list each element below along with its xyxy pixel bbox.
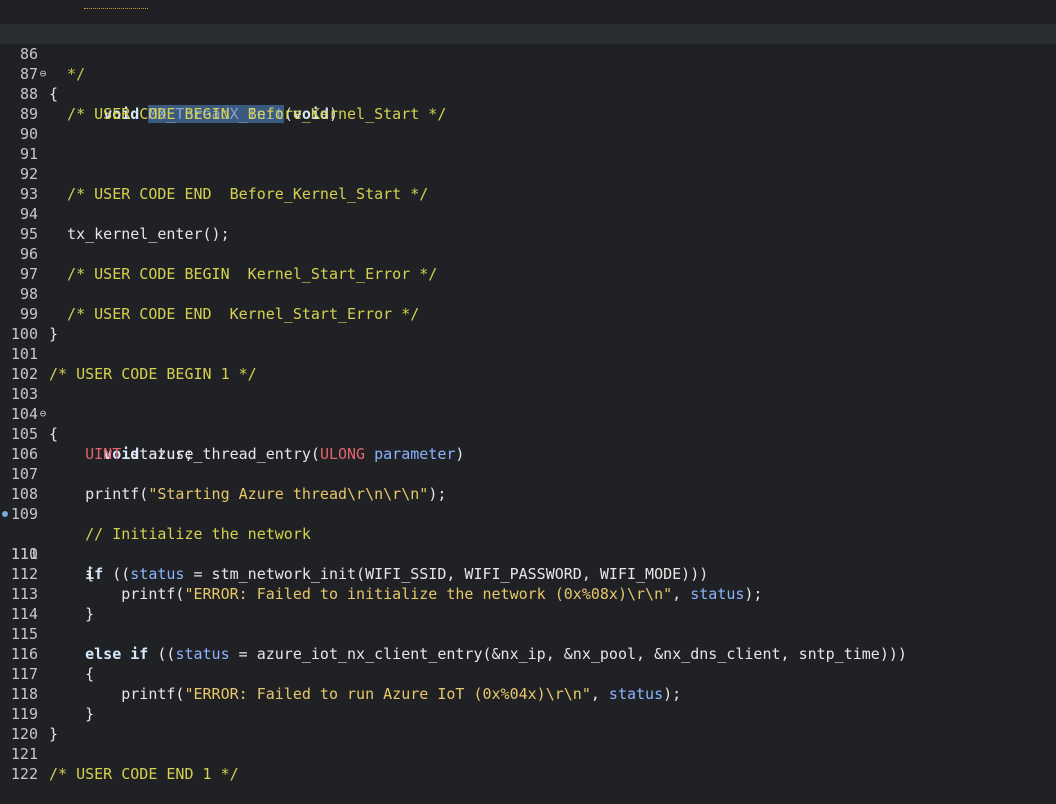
code-line[interactable]: 87 { xyxy=(0,44,1056,103)
code-line[interactable]: 103 ⊖ void azure_thread_entry(ULONG para… xyxy=(0,364,1056,463)
code-line[interactable]: 93 xyxy=(0,164,1056,203)
code-line[interactable]: 102 xyxy=(0,344,1056,383)
code-line[interactable]: 104 { xyxy=(0,384,1056,443)
code-line[interactable]: 119 } xyxy=(0,684,1056,743)
spell-squiggle xyxy=(84,4,148,9)
code-line[interactable]: 108 xyxy=(0,464,1056,503)
code-line[interactable]: 113 } xyxy=(0,564,1056,623)
code-editor[interactable]: 85 */ 86 ⊖ void MX_ThreadX_Init(void) 87… xyxy=(0,0,1056,783)
code-line[interactable]: 114 xyxy=(0,584,1056,623)
breakpoint-marker-icon[interactable] xyxy=(2,511,8,517)
code-line[interactable]: 105 UINT status; xyxy=(0,404,1056,463)
code-line[interactable]: 96 /* USER CODE BEGIN Kernel_Start_Error… xyxy=(0,224,1056,283)
code-line[interactable]: 120 xyxy=(0,704,1056,743)
code-line[interactable]: 121 /* USER CODE END 1 */ xyxy=(0,724,1056,783)
code-line[interactable]: 95 xyxy=(0,204,1056,243)
code-line[interactable]: 98 /* USER CODE END Kernel_Start_Error *… xyxy=(0,264,1056,323)
code-line[interactable]: 110 if ((status = stm_network_init(WIFI_… xyxy=(0,504,1056,583)
code-line[interactable]: 118 } xyxy=(0,664,1056,723)
code-line[interactable]: 89 xyxy=(0,84,1056,123)
code-line[interactable]: 90 xyxy=(0,104,1056,143)
code-line[interactable]: 109 // Initialize the network xyxy=(0,484,1056,543)
code-line[interactable]: 106 xyxy=(0,424,1056,463)
code-line[interactable]: 101 /* USER CODE BEGIN 1 */ xyxy=(0,324,1056,383)
code-line[interactable]: 88 /* USER CODE BEGIN Before_Kernel_Star… xyxy=(0,64,1056,123)
line-text: /* USER CODE END 1 */ xyxy=(49,765,239,783)
code-line[interactable]: 122 xyxy=(0,744,1056,783)
code-line-current[interactable]: 86 ⊖ void MX_ThreadX_Init(void) xyxy=(0,24,1056,123)
code-line[interactable]: 92 /* USER CODE END Before_Kernel_Start … xyxy=(0,144,1056,203)
code-line[interactable]: 85 */ xyxy=(0,4,1056,83)
code-line[interactable]: 94 tx_kernel_enter(); xyxy=(0,184,1056,243)
line-number: 122 xyxy=(10,765,38,783)
code-line[interactable]: 116 { xyxy=(0,624,1056,683)
code-line[interactable]: 107 printf("Starting Azure thread\r\n\r\… xyxy=(0,444,1056,503)
code-line[interactable]: 111 { xyxy=(0,524,1056,583)
code-line[interactable]: 117 printf("ERROR: Failed to run Azure I… xyxy=(0,644,1056,703)
code-line[interactable]: 97 xyxy=(0,244,1056,283)
code-line[interactable]: 115 else if ((status = azure_iot_nx_clie… xyxy=(0,604,1056,663)
code-line[interactable]: 112 printf("ERROR: Failed to initialize … xyxy=(0,544,1056,603)
code-line[interactable]: 100 xyxy=(0,304,1056,343)
code-line[interactable]: 91 xyxy=(0,124,1056,163)
code-line[interactable]: 99 } xyxy=(0,284,1056,343)
